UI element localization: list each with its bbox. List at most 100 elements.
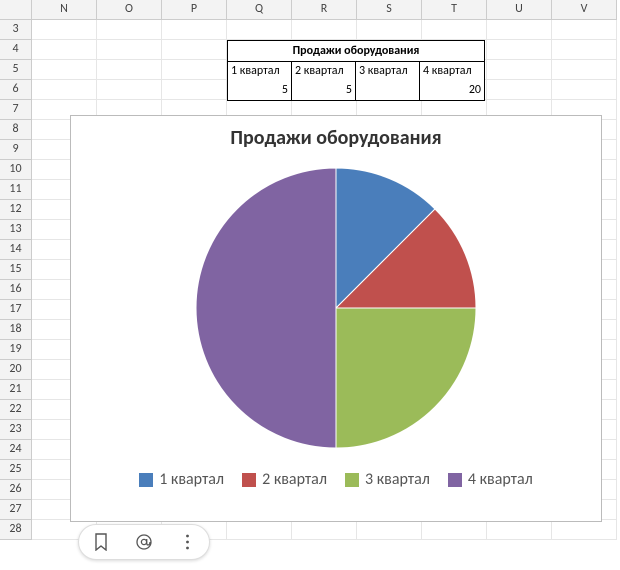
cell[interactable] bbox=[32, 60, 97, 80]
table-header-cell[interactable]: 2 квартал bbox=[292, 62, 356, 81]
legend-item: 4 квартал bbox=[448, 470, 533, 489]
col-header[interactable]: Q bbox=[227, 0, 292, 20]
cell[interactable] bbox=[552, 20, 617, 40]
legend-swatch bbox=[345, 473, 359, 487]
row-header[interactable]: 3 bbox=[0, 20, 32, 40]
row-header[interactable]: 24 bbox=[0, 440, 32, 460]
cell[interactable] bbox=[97, 80, 162, 100]
row-header[interactable]: 5 bbox=[0, 60, 32, 80]
col-header[interactable]: T bbox=[422, 0, 487, 20]
cell[interactable] bbox=[292, 20, 357, 40]
cell[interactable] bbox=[552, 80, 617, 100]
cell[interactable] bbox=[357, 20, 422, 40]
col-header[interactable]: U bbox=[487, 0, 552, 20]
row-header[interactable]: 23 bbox=[0, 420, 32, 440]
col-header[interactable]: V bbox=[552, 0, 617, 20]
more-icon[interactable] bbox=[177, 532, 197, 552]
table-value-row: 5 5 20 bbox=[228, 81, 484, 100]
cell[interactable] bbox=[357, 520, 422, 540]
cell[interactable] bbox=[162, 60, 227, 80]
cell[interactable] bbox=[227, 20, 292, 40]
pie-svg bbox=[186, 158, 486, 458]
pie-chart bbox=[71, 158, 601, 458]
legend-label: 3 квартал bbox=[365, 470, 430, 489]
cell[interactable] bbox=[32, 40, 97, 60]
legend-item: 2 квартал bbox=[242, 470, 327, 489]
column-headers: N O P Q R S T U V bbox=[0, 0, 620, 20]
cell[interactable] bbox=[552, 60, 617, 80]
row-header[interactable]: 18 bbox=[0, 320, 32, 340]
mention-icon[interactable] bbox=[134, 532, 154, 552]
legend-item: 3 квартал bbox=[345, 470, 430, 489]
cell[interactable] bbox=[97, 60, 162, 80]
select-all-corner[interactable] bbox=[0, 0, 32, 20]
row-header[interactable]: 28 bbox=[0, 520, 32, 540]
table-header-row: 1 квартал 2 квартал 3 квартал 4 квартал bbox=[228, 62, 484, 81]
chart-title: Продажи оборудования bbox=[71, 126, 601, 150]
table-header-cell[interactable]: 4 квартал bbox=[420, 62, 484, 81]
cell[interactable] bbox=[162, 40, 227, 60]
legend-swatch bbox=[448, 473, 462, 487]
row-header[interactable]: 13 bbox=[0, 220, 32, 240]
table-cell[interactable]: 20 bbox=[420, 81, 484, 100]
legend-label: 2 квартал bbox=[262, 470, 327, 489]
row-header[interactable]: 21 bbox=[0, 380, 32, 400]
cell[interactable] bbox=[292, 520, 357, 540]
row-header[interactable]: 12 bbox=[0, 200, 32, 220]
cell[interactable] bbox=[487, 80, 552, 100]
cell[interactable] bbox=[97, 20, 162, 40]
col-header[interactable]: R bbox=[292, 0, 357, 20]
chart-legend: 1 квартал 2 квартал 3 квартал 4 квартал bbox=[71, 470, 601, 489]
row-header[interactable]: 27 bbox=[0, 500, 32, 520]
row-header[interactable]: 9 bbox=[0, 140, 32, 160]
cell[interactable] bbox=[487, 40, 552, 60]
row-header[interactable]: 10 bbox=[0, 160, 32, 180]
row-header[interactable]: 6 bbox=[0, 80, 32, 100]
table-header-cell[interactable]: 3 квартал bbox=[356, 62, 420, 81]
col-header[interactable]: O bbox=[97, 0, 162, 20]
cell[interactable] bbox=[32, 20, 97, 40]
row-header[interactable]: 11 bbox=[0, 180, 32, 200]
pie-slice bbox=[196, 168, 336, 448]
cell[interactable] bbox=[32, 80, 97, 100]
row-header[interactable]: 17 bbox=[0, 300, 32, 320]
table-cell[interactable]: 5 bbox=[292, 81, 356, 100]
col-header[interactable]: S bbox=[357, 0, 422, 20]
row-header[interactable]: 15 bbox=[0, 260, 32, 280]
cell[interactable] bbox=[162, 20, 227, 40]
legend-swatch bbox=[139, 473, 153, 487]
spreadsheet-viewport: N O P Q R S T U V 3456789101112131415161… bbox=[0, 0, 620, 570]
legend-label: 4 квартал bbox=[468, 470, 533, 489]
cell[interactable] bbox=[422, 520, 487, 540]
bookmark-icon[interactable] bbox=[91, 532, 111, 552]
cell[interactable] bbox=[487, 60, 552, 80]
row-header[interactable]: 19 bbox=[0, 340, 32, 360]
row-header[interactable]: 8 bbox=[0, 120, 32, 140]
row-header[interactable]: 14 bbox=[0, 240, 32, 260]
cell[interactable] bbox=[487, 520, 552, 540]
row-header[interactable]: 16 bbox=[0, 280, 32, 300]
table-cell[interactable] bbox=[356, 81, 420, 100]
row-header[interactable]: 20 bbox=[0, 360, 32, 380]
row-header[interactable]: 22 bbox=[0, 400, 32, 420]
cell[interactable] bbox=[487, 20, 552, 40]
row-header[interactable]: 7 bbox=[0, 100, 32, 120]
cell[interactable] bbox=[227, 520, 292, 540]
pie-slice bbox=[336, 308, 476, 448]
row-header[interactable]: 26 bbox=[0, 480, 32, 500]
cell[interactable] bbox=[552, 40, 617, 60]
col-header[interactable]: N bbox=[32, 0, 97, 20]
table-cell[interactable]: 5 bbox=[228, 81, 292, 100]
chart-object[interactable]: Продажи оборудования 1 квартал 2 квартал… bbox=[70, 115, 602, 522]
cell[interactable] bbox=[422, 20, 487, 40]
cell[interactable] bbox=[162, 80, 227, 100]
table-title: Продажи оборудования bbox=[228, 41, 484, 62]
data-table: Продажи оборудования 1 квартал 2 квартал… bbox=[227, 40, 485, 101]
row-header[interactable]: 25 bbox=[0, 460, 32, 480]
cell[interactable] bbox=[97, 40, 162, 60]
legend-item: 1 квартал bbox=[139, 470, 224, 489]
row-header[interactable]: 4 bbox=[0, 40, 32, 60]
cell[interactable] bbox=[552, 520, 617, 540]
table-header-cell[interactable]: 1 квартал bbox=[228, 62, 292, 81]
col-header[interactable]: P bbox=[162, 0, 227, 20]
